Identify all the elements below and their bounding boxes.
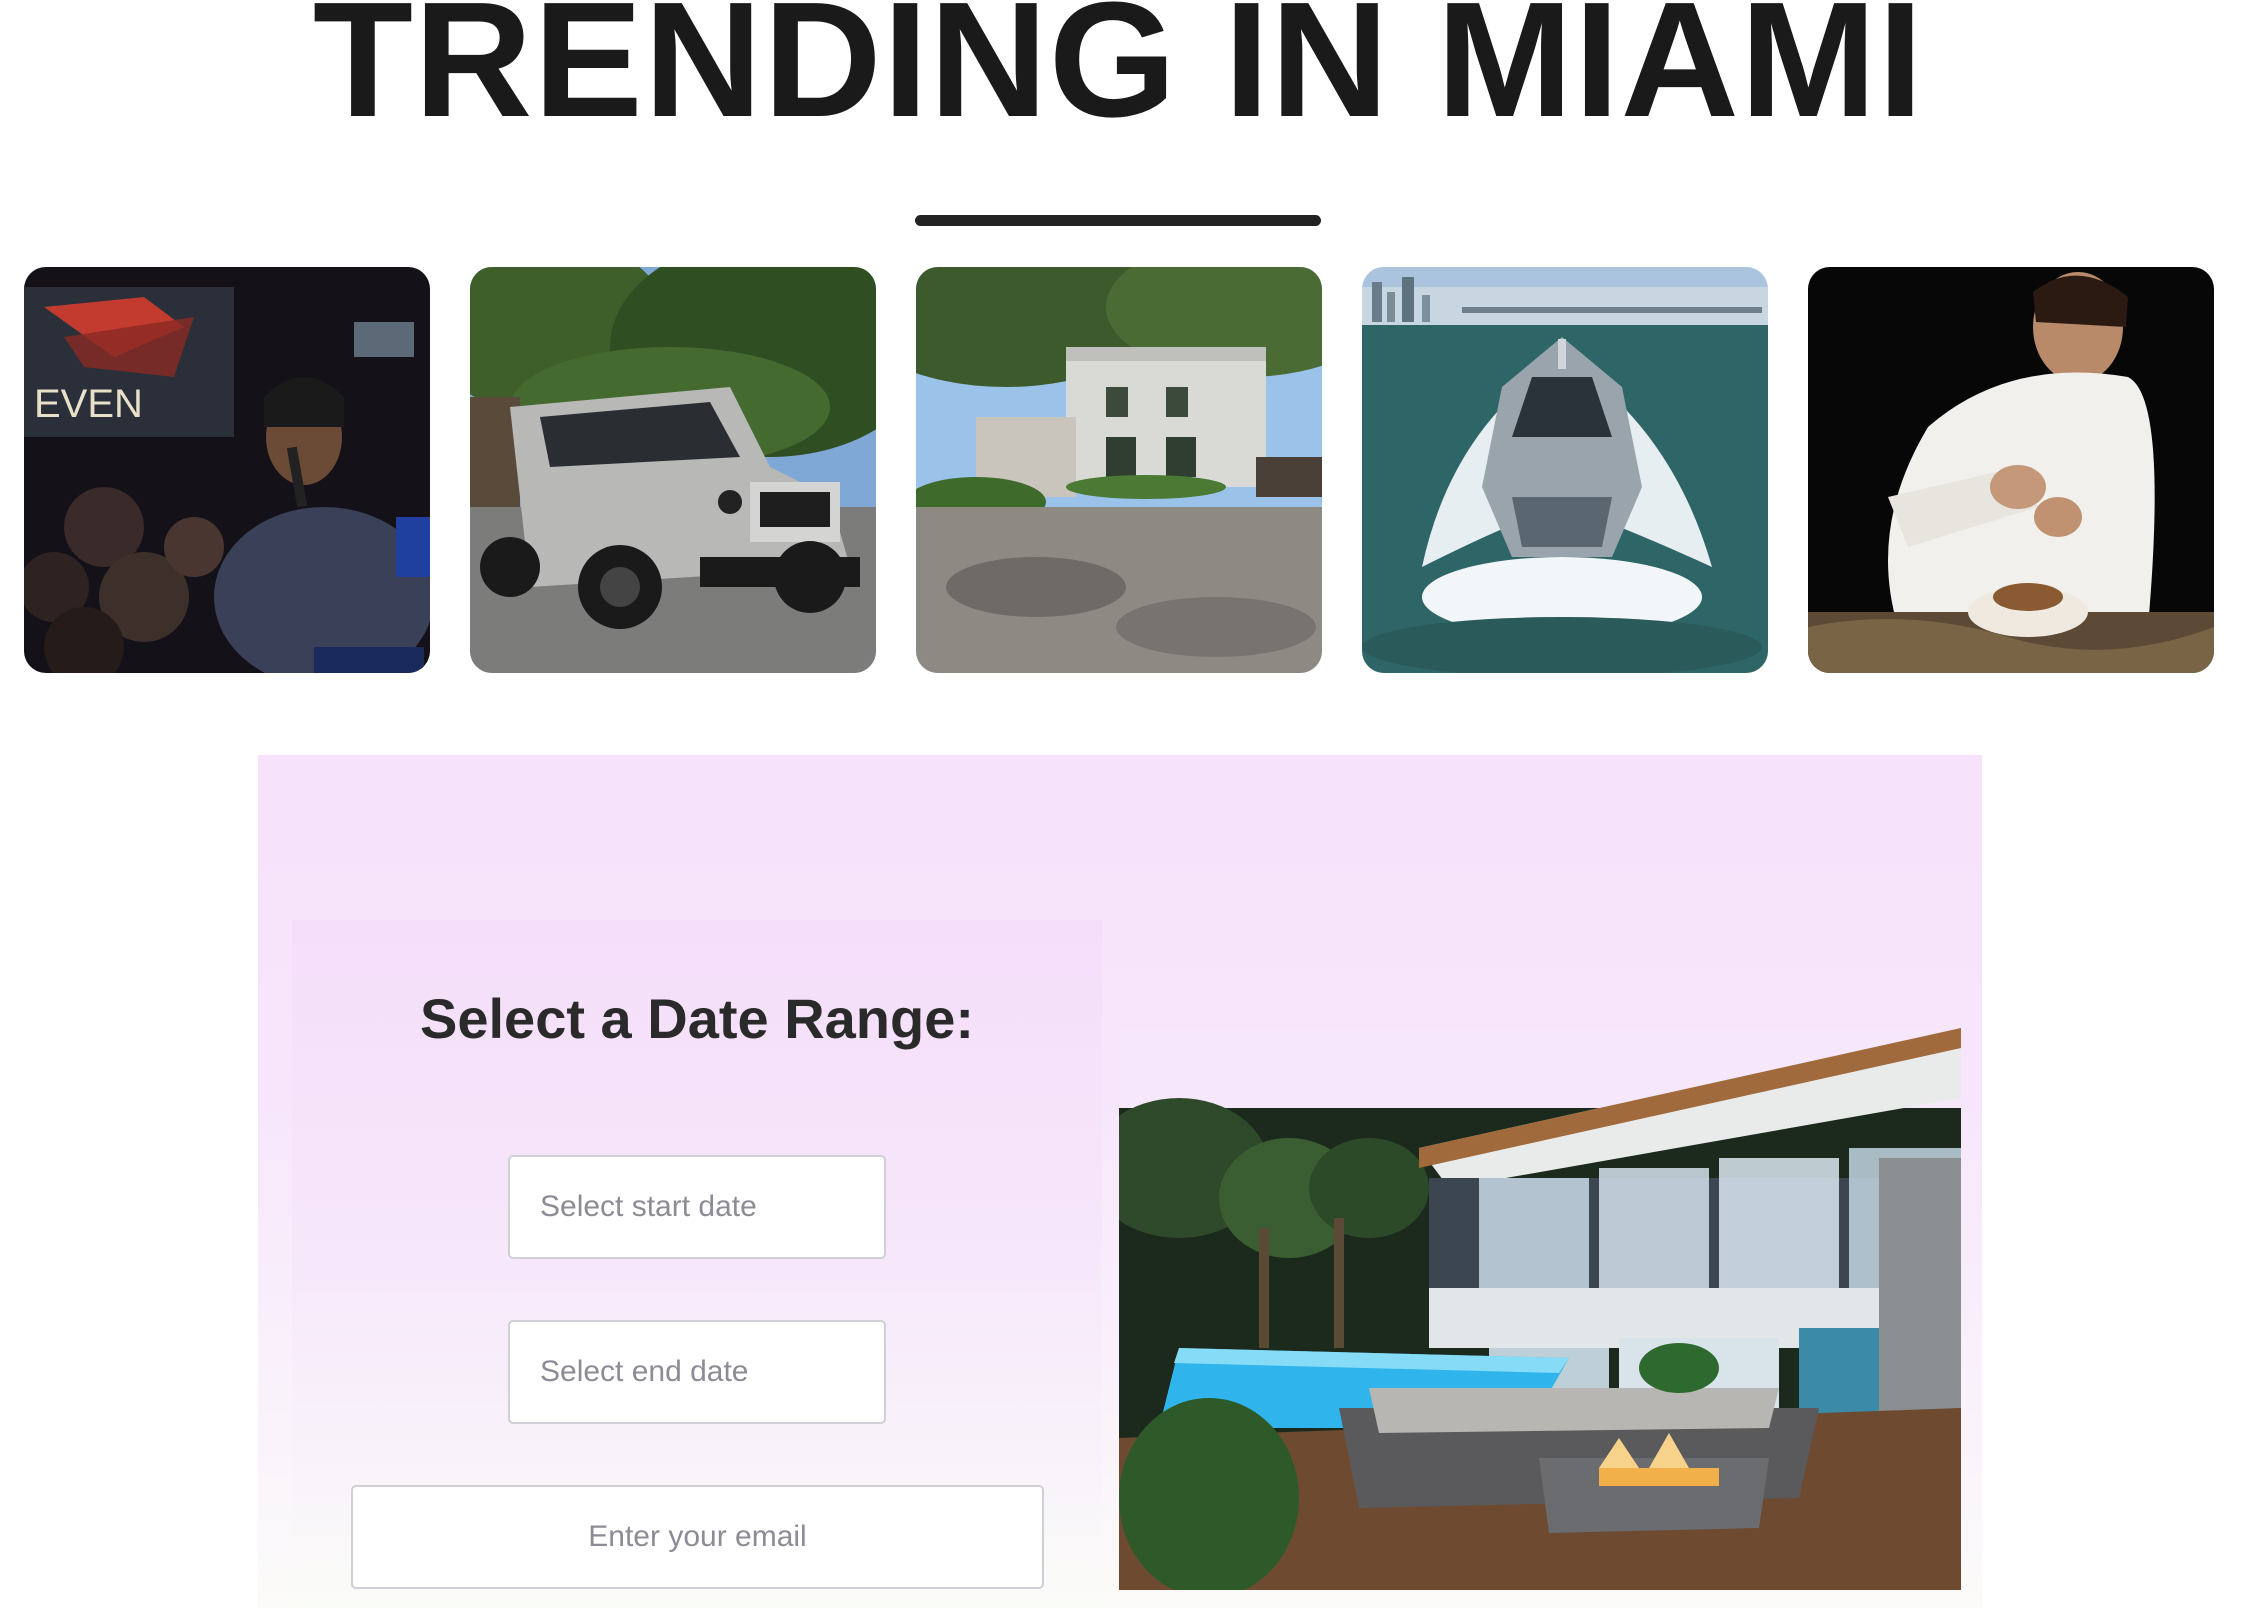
chef-image xyxy=(1808,267,2214,673)
gallery-item-yacht[interactable] xyxy=(1362,267,1768,673)
gallery-item-chef[interactable] xyxy=(1808,267,2214,673)
villa-pool-image xyxy=(1119,1028,1961,1590)
page: TRENDING IN MIAMI EVEN Select a Date Ran… xyxy=(0,0,2260,1608)
page-title: TRENDING IN MIAMI xyxy=(312,0,1925,151)
start-date-input[interactable] xyxy=(508,1155,886,1259)
title-divider xyxy=(915,215,1321,226)
villa-image-frame xyxy=(1119,1028,1961,1590)
suv-image xyxy=(470,267,876,673)
date-range-section: Select a Date Range: xyxy=(258,755,1982,1608)
concert-image: EVEN xyxy=(24,267,430,673)
date-range-form: Select a Date Range: xyxy=(292,920,1102,1608)
end-date-input[interactable] xyxy=(508,1320,886,1424)
email-input[interactable] xyxy=(351,1485,1044,1589)
gallery-item-house[interactable] xyxy=(916,267,1322,673)
trending-gallery: EVEN xyxy=(24,267,2214,673)
yacht-image xyxy=(1362,267,1768,673)
date-range-title: Select a Date Range: xyxy=(420,987,974,1050)
gallery-item-concert[interactable]: EVEN xyxy=(24,267,430,673)
gallery-item-suv[interactable] xyxy=(470,267,876,673)
house-image xyxy=(916,267,1322,673)
svg-text:EVEN: EVEN xyxy=(34,382,143,426)
